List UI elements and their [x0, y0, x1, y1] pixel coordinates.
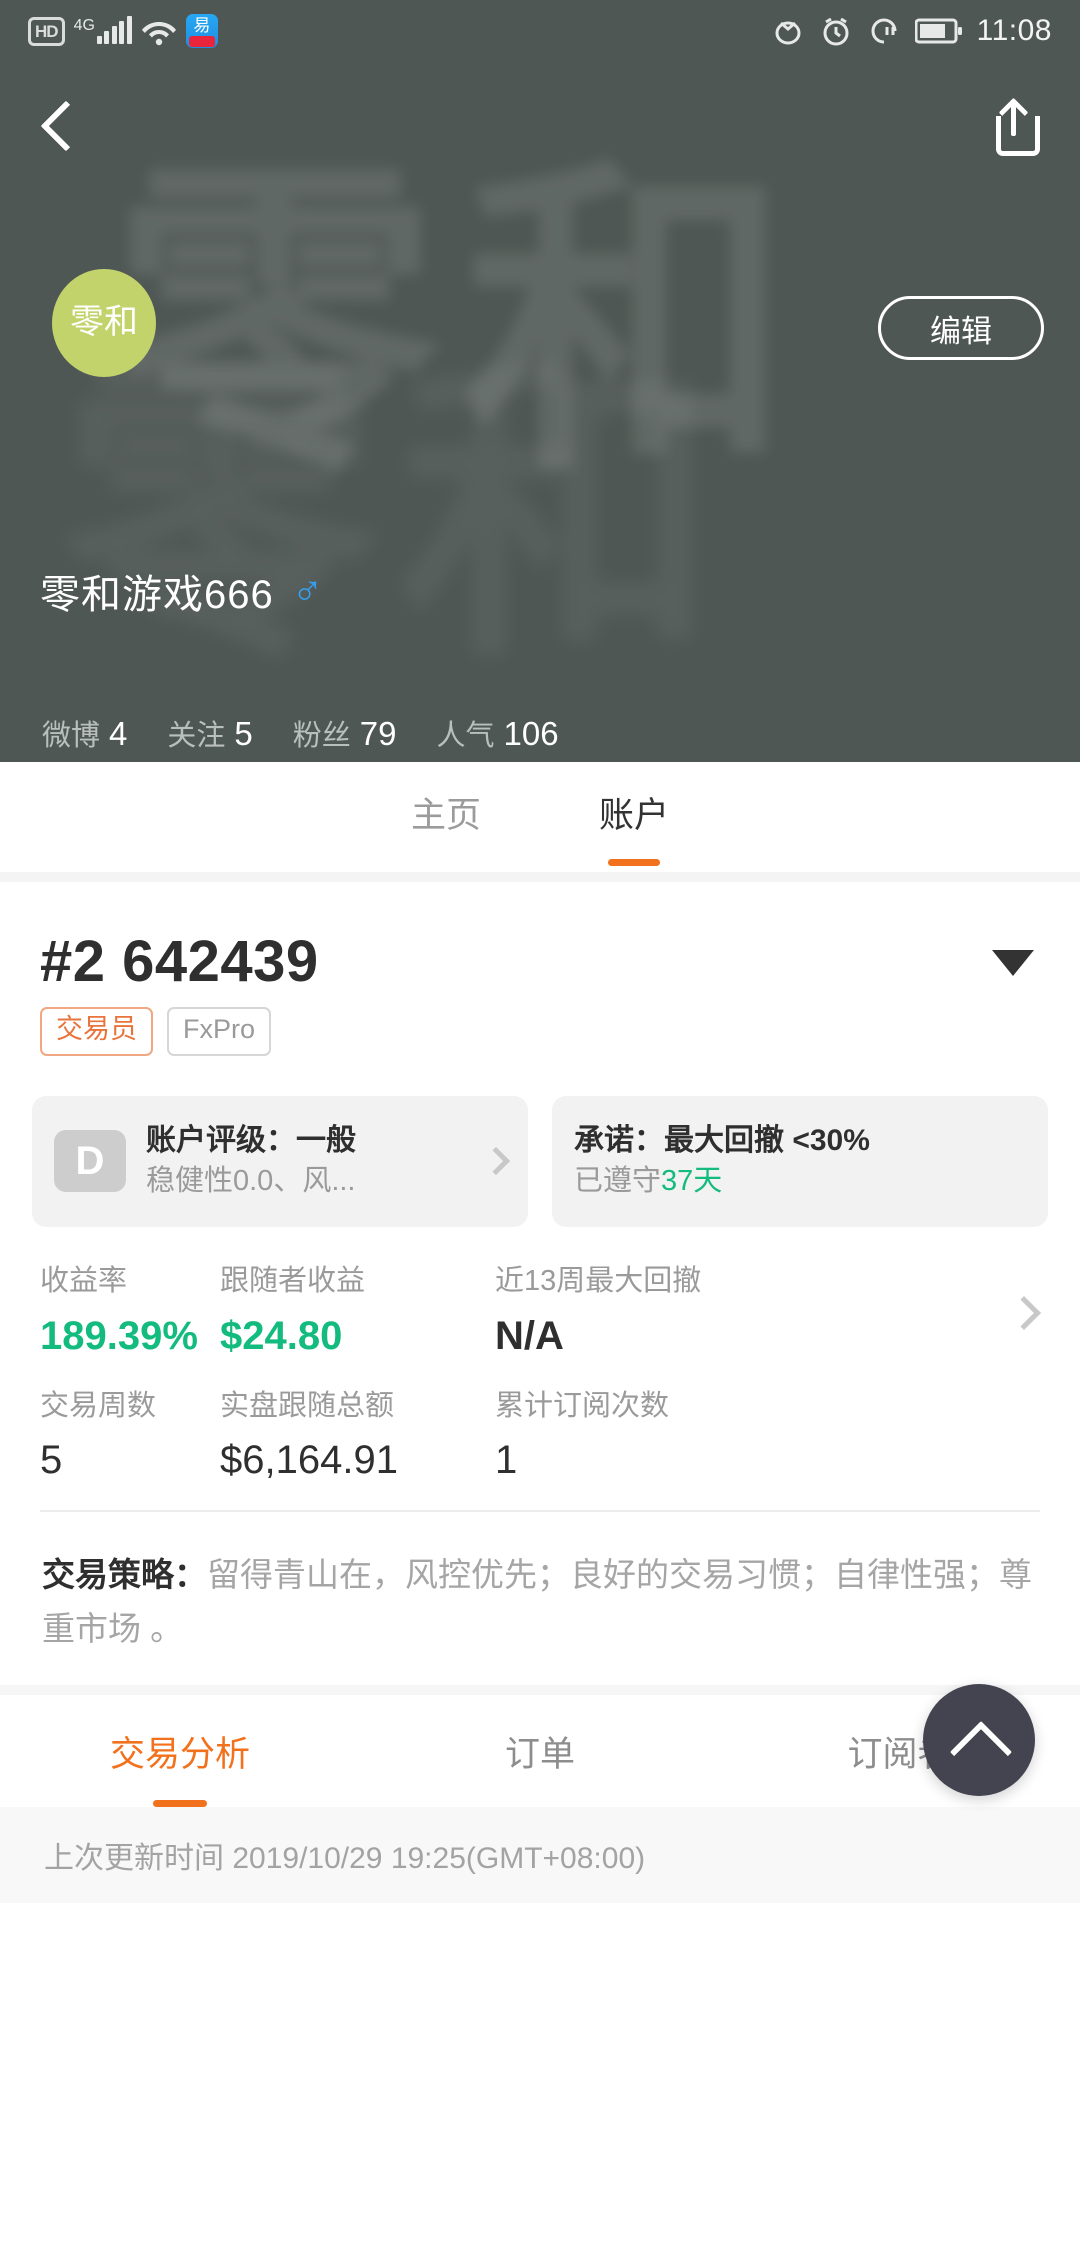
rating-badge: D: [54, 1130, 126, 1193]
metric-label: 近13周最大回撤: [495, 1264, 702, 1297]
avatar-label: 零和: [70, 303, 138, 342]
signal-strength-icon: 4G: [73, 16, 132, 44]
metric-total-copy-amount: 实盘跟随总额 $6,164.91: [220, 1386, 495, 1485]
commitment-days: 37天: [661, 1165, 723, 1198]
account-number: #2 642439: [40, 929, 319, 994]
tab-orders[interactable]: 订单: [360, 1726, 720, 1777]
rating-card-texts: 账户评级：一般 稳健性0.0、风...: [146, 1122, 476, 1201]
metric-trading-weeks: 交易周数 5: [40, 1386, 220, 1485]
metric-total-subscriptions: 累计订阅次数 1: [495, 1386, 1040, 1485]
stat-label: 人气: [436, 720, 495, 752]
stat-following[interactable]: 关注 5: [167, 712, 252, 754]
metric-value: 189.39%: [40, 1313, 198, 1358]
commitment-card[interactable]: 承诺：最大回撤 <30% 已遵守37天: [552, 1095, 1048, 1227]
last-update-footer: 上次更新时间 2019/10/29 19:25(GMT+08:00): [0, 1807, 1080, 1904]
tab-trade-analysis[interactable]: 交易分析: [0, 1726, 360, 1777]
bottom-tab-bar: 交易分析 订单 订阅者: [0, 1684, 1080, 1808]
bottom-tabs-separator: [0, 1685, 1080, 1696]
top-tab-bar: 主页 账户: [0, 762, 1080, 872]
stat-label: 关注: [167, 720, 226, 752]
metric-value: 5: [40, 1438, 63, 1483]
stat-popularity[interactable]: 人气 106: [436, 712, 558, 754]
chevron-right-icon: [481, 1147, 511, 1176]
last-update-text: 上次更新时间 2019/10/29 19:25(GMT+08:00): [44, 1842, 646, 1876]
account-section: #2 642439 交易员 FxPro: [0, 882, 1080, 1056]
chevron-down-icon[interactable]: [992, 950, 1034, 976]
account-tags: 交易员 FxPro: [40, 1007, 1040, 1056]
commitment-subtitle: 已遵守37天: [574, 1163, 1026, 1201]
metric-value: 1: [495, 1438, 518, 1483]
status-bar-clock: 11:08: [976, 14, 1052, 47]
tag-trader: 交易员: [40, 1007, 153, 1056]
status-bar: HD 4G 易 11:08: [0, 0, 1080, 62]
battery-icon: [914, 18, 962, 44]
status-bar-right: 11:08: [771, 14, 1052, 48]
signal-bars-icon: [96, 16, 132, 44]
tag-broker: FxPro: [167, 1007, 272, 1056]
tab-account[interactable]: 账户: [599, 787, 669, 848]
rating-title: 账户评级：一般: [146, 1123, 356, 1157]
stat-value: 4: [109, 715, 128, 752]
commitment-card-texts: 承诺：最大回撤 <30% 已遵守37天: [574, 1122, 1026, 1201]
background-watermark-secondary: 零和: [60, 335, 736, 693]
alarm-clock-icon: [823, 17, 849, 46]
status-bar-left: HD 4G 易: [28, 14, 218, 48]
metric-value: N/A: [495, 1313, 564, 1358]
metrics-section: 收益率 189.39% 跟随者收益 $24.80 近13周最大回撤 N/A 交易…: [0, 1227, 1080, 1484]
metric-follower-profit: 跟随者收益 $24.80: [220, 1261, 495, 1360]
edit-profile-button[interactable]: 编辑: [878, 296, 1044, 360]
metric-label: 累计订阅次数: [495, 1389, 670, 1422]
stat-followers[interactable]: 粉丝 79: [293, 712, 397, 754]
wifi-icon: [141, 22, 176, 46]
app-notification-icon: 易: [185, 14, 218, 48]
hd-icon: HD: [28, 16, 65, 46]
summary-cards: D 账户评级：一般 稳健性0.0、风... 承诺：最大回撤 <30% 已遵守37…: [0, 1056, 1080, 1227]
strategy-label: 交易策略：: [42, 1556, 207, 1594]
metric-return-rate: 收益率 189.39%: [40, 1261, 220, 1360]
commitment-title: 承诺：最大回撤 <30%: [574, 1123, 870, 1157]
trading-strategy-text: 交易策略：留得青山在，风控优先；良好的交易习惯；自律性强；尊重市场 。: [0, 1512, 1080, 1685]
share-icon[interactable]: [990, 96, 1046, 158]
stat-value: 79: [359, 715, 397, 752]
profile-header: 零和 零和 零和 编辑 零和游戏666 ♂ 微博 4 关注 5 粉丝 79 人气…: [0, 62, 1080, 762]
metric-value: $24.80: [220, 1313, 343, 1358]
username: 零和游戏666: [40, 573, 274, 617]
account-rating-card[interactable]: D 账户评级：一般 稳健性0.0、风...: [32, 1095, 528, 1227]
commitment-prefix: 已遵守: [574, 1165, 662, 1198]
network-type-label: 4G: [73, 17, 95, 34]
stat-value: 106: [503, 715, 559, 752]
back-arrow-icon[interactable]: [34, 96, 88, 158]
metric-label: 收益率: [40, 1264, 128, 1297]
metric-value: $6,164.91: [220, 1438, 398, 1483]
profile-toolbar: [0, 62, 1080, 192]
eye-icon: [775, 21, 801, 45]
stat-label: 微博: [42, 720, 101, 752]
profile-stats: 微博 4 关注 5 粉丝 79 人气 106: [42, 712, 559, 754]
metric-label: 实盘跟随总额: [220, 1389, 395, 1422]
gender-male-icon: ♂: [291, 567, 324, 614]
metric-max-drawdown-13w: 近13周最大回撤 N/A: [495, 1261, 1040, 1360]
rating-subtitle: 稳健性0.0、风...: [146, 1165, 356, 1198]
username-row: 零和游戏666 ♂: [40, 562, 323, 620]
metric-label: 交易周数: [40, 1389, 157, 1422]
app-icon-glyph: 易: [193, 16, 211, 35]
tab-home[interactable]: 主页: [411, 787, 481, 848]
metrics-row-2: 交易周数 5 实盘跟随总额 $6,164.91 累计订阅次数 1: [40, 1386, 1040, 1485]
account-number-row: #2 642439: [40, 928, 1040, 995]
section-separator: [0, 872, 1080, 882]
do-not-disturb-icon: [871, 18, 897, 44]
scroll-to-top-button[interactable]: [923, 1684, 1035, 1797]
stat-value: 5: [234, 715, 253, 752]
stat-weibo[interactable]: 微博 4: [42, 712, 127, 754]
app-icon-badge: [188, 36, 215, 47]
avatar[interactable]: 零和: [52, 269, 156, 377]
metrics-row-1[interactable]: 收益率 189.39% 跟随者收益 $24.80 近13周最大回撤 N/A: [40, 1261, 1041, 1360]
stat-label: 粉丝: [292, 720, 351, 752]
metric-label: 跟随者收益: [220, 1264, 366, 1297]
